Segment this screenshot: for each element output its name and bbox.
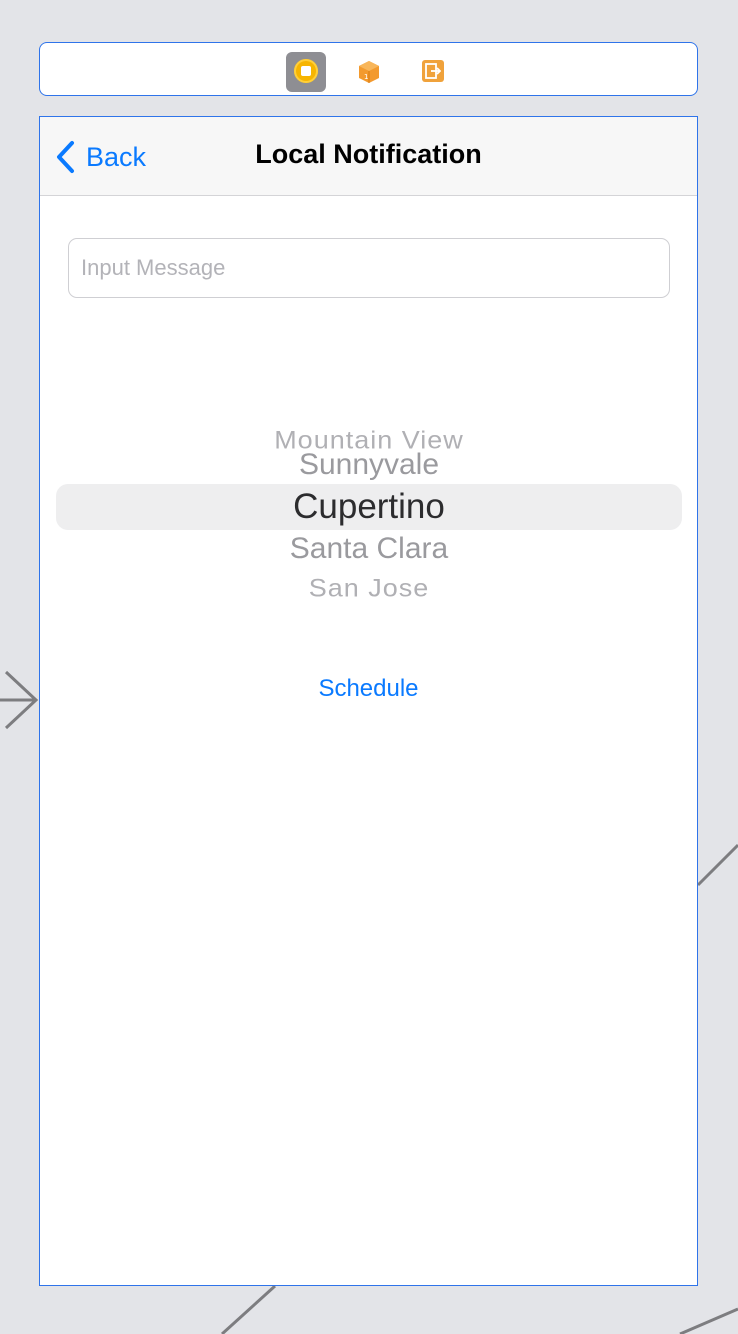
navigation-bar: Back Local Notification xyxy=(40,117,697,196)
view-controller-icon[interactable] xyxy=(286,52,326,92)
picker-option[interactable]: San Jose xyxy=(56,574,682,603)
city-picker[interactable]: Mountain View Sunnyvale Cupertino Santa … xyxy=(56,401,682,603)
picker-option-selected[interactable]: Cupertino xyxy=(56,487,682,527)
svg-text:1: 1 xyxy=(364,73,368,81)
picker-option[interactable]: Santa Clara xyxy=(56,532,682,566)
page-title: Local Notification xyxy=(255,139,482,169)
schedule-button[interactable]: Schedule xyxy=(40,675,697,703)
first-responder-icon[interactable]: 1 xyxy=(358,60,380,84)
scene-dock: 1 xyxy=(39,42,698,96)
exit-icon[interactable] xyxy=(422,60,444,82)
message-input[interactable] xyxy=(68,238,670,298)
picker-option[interactable]: Sunnyvale xyxy=(56,448,682,482)
scene-view-controller: Back Local Notification Mountain View Su… xyxy=(39,116,698,1286)
